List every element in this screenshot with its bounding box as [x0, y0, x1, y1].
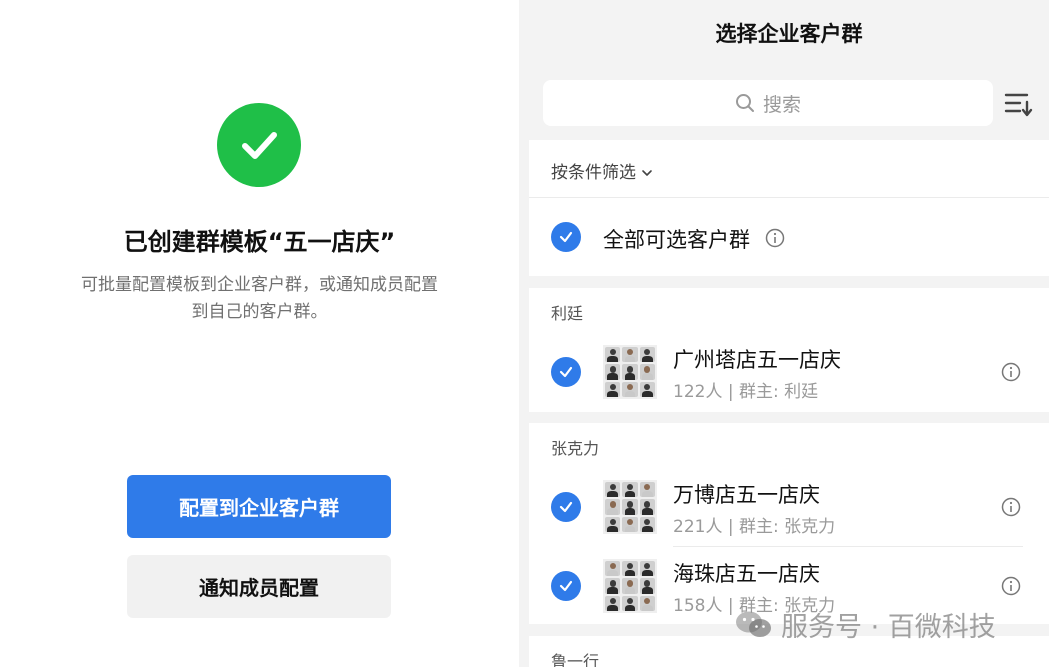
wechat-icon: [736, 611, 771, 637]
select-groups-title: 选择企业客户群: [715, 22, 863, 46]
watermark: 服务号 · 百微科技: [735, 605, 996, 644]
success-check-icon: [217, 103, 301, 187]
panel-divider: [519, 0, 529, 667]
filter-label: 按条件筛选: [551, 158, 653, 183]
group-name: 海珠店五一店庆: [673, 562, 820, 586]
chevron-down-icon: [642, 170, 653, 176]
group-owner-header: 张克力: [551, 439, 600, 458]
sort-icon[interactable]: [1003, 90, 1033, 118]
group-section: 利廷 广州塔店五一店庆 122人 | 群主: 利廷: [529, 288, 1049, 412]
group-meta: 122人 | 群主: 利廷: [673, 382, 819, 402]
select-all-label: 全部可选客户群: [603, 228, 750, 252]
group-name: 万博店五一店庆: [673, 483, 820, 507]
description-line-2: 到自己的客户群。: [191, 302, 328, 322]
group-checkbox[interactable]: [551, 492, 581, 522]
select-all-checkbox[interactable]: [551, 222, 581, 252]
group-section: 张克力 万博店五一店庆 221人 | 群主: 张克力 海珠店五一店庆 158人 …: [529, 423, 1049, 624]
info-icon[interactable]: [1001, 576, 1021, 596]
info-icon[interactable]: [1001, 497, 1021, 517]
search-icon: [735, 94, 754, 112]
group-avatar: [603, 559, 657, 613]
info-icon[interactable]: [1001, 362, 1021, 382]
filter-label-text: 按条件筛选: [551, 163, 636, 183]
description: 可批量配置模板到企业客户群，或通知成员配置 到自己的客户群。: [50, 272, 469, 326]
group-checkbox[interactable]: [551, 357, 581, 387]
group-owner-header: 鲁一行: [551, 652, 600, 667]
success-panel: 已创建群模板“五一店庆” 可批量配置模板到企业客户群，或通知成员配置 到自己的客…: [0, 0, 519, 667]
notify-members-button[interactable]: 通知成员配置: [127, 555, 391, 618]
configure-to-groups-button[interactable]: 配置到企业客户群: [127, 475, 391, 538]
search-placeholder: 搜索: [762, 93, 801, 116]
page-title: 已创建群模板“五一店庆”: [123, 228, 396, 256]
description-line-1: 可批量配置模板到企业客户群，或通知成员配置: [81, 275, 438, 295]
select-groups-panel: 选择企业客户群 搜索 按条件筛选 全部可选客户群 利廷 广州塔店五一店庆 122…: [529, 0, 1049, 667]
group-avatar: [603, 480, 657, 534]
row-divider: [673, 546, 1023, 547]
group-owner-header: 利廷: [551, 304, 584, 323]
search-input[interactable]: 搜索: [543, 80, 993, 126]
group-name: 广州塔店五一店庆: [673, 348, 841, 372]
group-meta: 221人 | 群主: 张克力: [673, 517, 836, 537]
info-icon[interactable]: [765, 228, 785, 248]
watermark-text: 服务号 · 百微科技: [781, 612, 996, 643]
filter-row[interactable]: 按条件筛选: [529, 140, 1049, 198]
group-avatar: [603, 345, 657, 399]
select-all-row[interactable]: 全部可选客户群: [529, 198, 1049, 276]
group-checkbox[interactable]: [551, 571, 581, 601]
